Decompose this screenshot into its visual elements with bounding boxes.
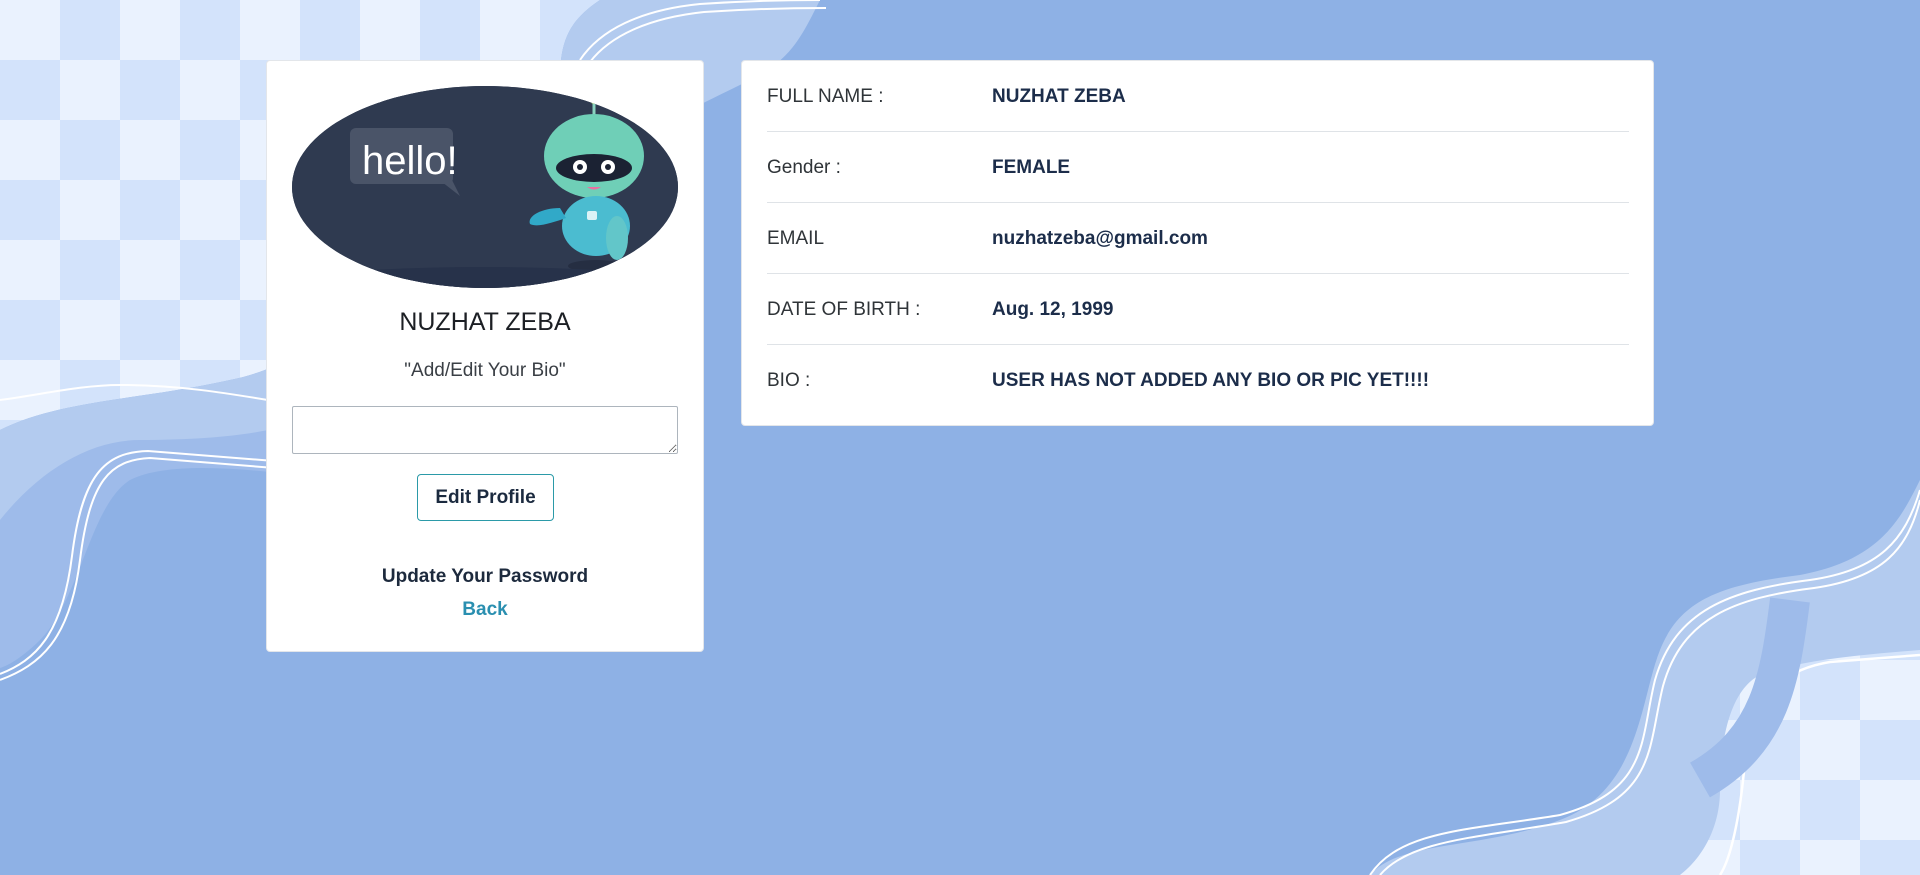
bio-label: BIO : — [767, 370, 811, 391]
edit-profile-button[interactable]: Edit Profile — [417, 474, 554, 521]
detail-row-bio: BIO : USER HAS NOT ADDED ANY BIO OR PIC … — [767, 345, 1629, 416]
detail-row-gender: Gender : FEMALE — [767, 132, 1629, 203]
email-value: nuzhatzeba@gmail.com — [992, 228, 1208, 249]
bio-hint: "Add/Edit Your Bio" — [404, 360, 566, 381]
full-name-value: NUZHAT ZEBA — [992, 86, 1126, 107]
detail-row-email: EMAIL nuzhatzeba@gmail.com — [767, 203, 1629, 274]
full-name-label: FULL NAME : — [767, 86, 884, 107]
profile-name: NUZHAT ZEBA — [399, 308, 571, 336]
email-label: EMAIL — [767, 228, 825, 249]
avatar-hello-text: hello! — [362, 139, 458, 183]
bio-input[interactable] — [292, 406, 678, 454]
detail-row-full-name: FULL NAME : NUZHAT ZEBA — [767, 61, 1629, 132]
user-details-card: FULL NAME : NUZHAT ZEBA Gender : FEMALE … — [741, 60, 1654, 426]
update-password-link[interactable]: Update Your Password — [267, 566, 703, 588]
avatar: hello! — [292, 86, 678, 288]
detail-row-date-of-birth: DATE OF BIRTH : Aug. 12, 1999 — [767, 274, 1629, 345]
date-of-birth-value: Aug. 12, 1999 — [992, 299, 1114, 320]
back-link[interactable]: Back — [267, 599, 703, 621]
date-of-birth-label: DATE OF BIRTH : — [767, 299, 921, 320]
profile-card: hello! NUZHAT ZEBA "Add/Edit Your Bio" E… — [266, 60, 704, 652]
gender-value: FEMALE — [992, 157, 1071, 178]
gender-label: Gender : — [767, 157, 841, 178]
bio-value: USER HAS NOT ADDED ANY BIO OR PIC YET!!!… — [992, 370, 1430, 391]
